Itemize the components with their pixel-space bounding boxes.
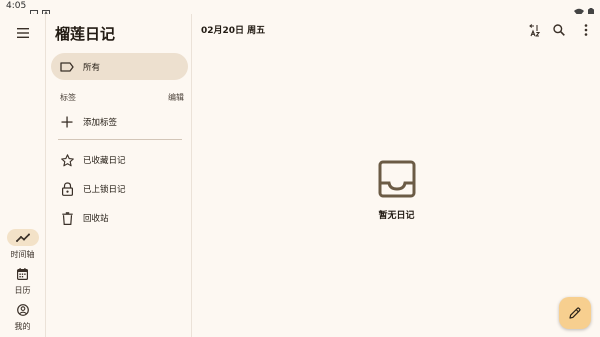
trash-icon [59, 210, 75, 226]
rail-item-calendar[interactable]: 日历 [0, 265, 45, 296]
search-icon [553, 24, 565, 36]
current-date[interactable]: 02月20日 周五 [201, 23, 265, 36]
drawer-item-add-tag[interactable]: 添加标签 [51, 108, 188, 135]
drawer-item-all[interactable]: 所有 [51, 53, 188, 80]
plus-icon [59, 114, 75, 130]
navigation-rail: 时间轴 日历 我的 [0, 14, 45, 337]
more-options-button[interactable] [578, 22, 594, 38]
rail-label-account: 我的 [14, 322, 31, 331]
status-bar: 4:05 [0, 0, 600, 18]
rail-item-account[interactable]: 我的 [0, 301, 45, 332]
calendar-icon [17, 267, 28, 280]
drawer-item-starred[interactable]: 已收藏日记 [51, 146, 188, 173]
app-screen: 4:05 时间轴 日历 我的 榴莲日记 所有 标签 编辑 添加标签 已收藏日记 … [0, 0, 600, 337]
navigation-drawer: 榴莲日记 所有 标签 编辑 添加标签 已收藏日记 已上锁日记 回收站 [45, 14, 192, 337]
rail-pill-account [7, 301, 39, 318]
sort-button[interactable] [526, 22, 542, 38]
drawer-item-locked[interactable]: 已上锁日记 [51, 175, 188, 202]
inbox-icon [378, 160, 415, 198]
empty-state-label: 暂无日记 [378, 211, 415, 221]
label-tag-icon [59, 59, 75, 75]
status-time: 4:05 [6, 1, 27, 11]
new-entry-fab[interactable] [559, 297, 591, 329]
rail-label-timeline: 时间轴 [10, 250, 35, 259]
account-icon [16, 303, 29, 316]
empty-state: 暂无日记 [193, 160, 600, 221]
hamburger-menu-icon [17, 28, 29, 38]
rail-pill-calendar [7, 265, 39, 282]
search-button[interactable] [551, 22, 567, 38]
drawer-item-all-label: 所有 [83, 62, 101, 73]
tags-header: 标签 [60, 93, 76, 102]
app-title: 榴莲日记 [55, 25, 116, 43]
drawer-item-trash[interactable]: 回收站 [51, 204, 188, 231]
rail-label-calendar: 日历 [14, 286, 31, 295]
timeline-icon [15, 233, 30, 242]
sort-icon [528, 23, 540, 37]
drawer-item-starred-label: 已收藏日记 [83, 155, 126, 166]
edit-tags-button[interactable]: 编辑 [168, 92, 184, 103]
drawer-divider [58, 139, 182, 140]
star-outline-icon [59, 152, 75, 168]
drawer-item-trash-label: 回收站 [83, 213, 109, 224]
main-content: 02月20日 周五 暂无日记 [193, 14, 600, 337]
drawer-item-locked-label: 已上锁日记 [83, 184, 126, 195]
rail-active-indicator [6, 229, 39, 246]
more-vert-icon [584, 24, 588, 36]
tags-section-header: 标签 编辑 [60, 92, 184, 103]
rail-item-timeline[interactable]: 时间轴 [0, 229, 45, 260]
drawer-item-add-tag-label: 添加标签 [83, 117, 118, 128]
pencil-icon [569, 307, 581, 319]
menu-button[interactable] [13, 25, 33, 41]
lock-icon [59, 181, 75, 197]
